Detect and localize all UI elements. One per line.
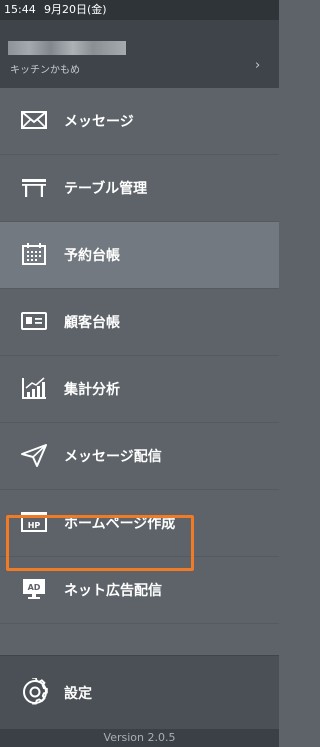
sidebar-item-reservation-book[interactable]: 予約台帳 [0, 222, 279, 289]
sidebar-item-customer-book[interactable]: 顧客台帳 [0, 289, 279, 356]
hp-badge: HP [28, 521, 41, 530]
sidebar-item-table-management[interactable]: テーブル管理 [0, 155, 279, 222]
homepage-icon: HP [20, 510, 48, 534]
sidebar-item-label: ネット広告配信 [64, 583, 162, 599]
ad-badge: AD [28, 583, 41, 592]
sidebar-item-label: 予約台帳 [64, 248, 120, 264]
account-header[interactable]: キッチンかもめ › [0, 20, 279, 88]
sidebar-item-message[interactable]: メッセージ [0, 88, 279, 155]
table-icon [20, 175, 48, 199]
sidebar-item-message-delivery[interactable]: メッセージ配信 [0, 423, 279, 490]
chevron-right-icon: › [255, 58, 261, 73]
sidebar-item-label: テーブル管理 [64, 181, 148, 197]
bar-chart-icon [20, 376, 48, 400]
sidebar-item-analytics[interactable]: 集計分析 [0, 356, 279, 423]
calendar-icon [20, 242, 48, 266]
version-label: Version 2.0.5 [0, 729, 279, 747]
sidebar-item-label: 集計分析 [64, 382, 120, 398]
ad-monitor-icon: AD [20, 577, 48, 601]
sidebar-item-homepage-creation[interactable]: HP ホームページ作成 [0, 490, 279, 557]
sidebar-item-label: 顧客台帳 [64, 315, 120, 331]
envelope-icon [20, 108, 48, 132]
sidebar-item-label: メッセージ [64, 114, 134, 130]
id-card-icon [20, 309, 48, 333]
paper-plane-icon [20, 443, 48, 467]
status-date: 9月20日(金) [44, 3, 107, 16]
status-time: 15:44 [4, 3, 36, 16]
gear-icon [21, 676, 49, 706]
sidebar-item-label: メッセージ配信 [64, 449, 162, 465]
settings-label: 設定 [64, 686, 92, 702]
sidebar-item-web-ad-delivery[interactable]: AD ネット広告配信 [0, 557, 279, 624]
sidebar-item-settings[interactable]: 設定 [0, 655, 279, 729]
sidebar-item-label: ホームページ作成 [64, 516, 176, 532]
store-name: キッチンかもめ [10, 65, 80, 76]
status-bar: 15:44 9月20日(金) [0, 0, 279, 20]
account-name-redacted [8, 41, 126, 55]
